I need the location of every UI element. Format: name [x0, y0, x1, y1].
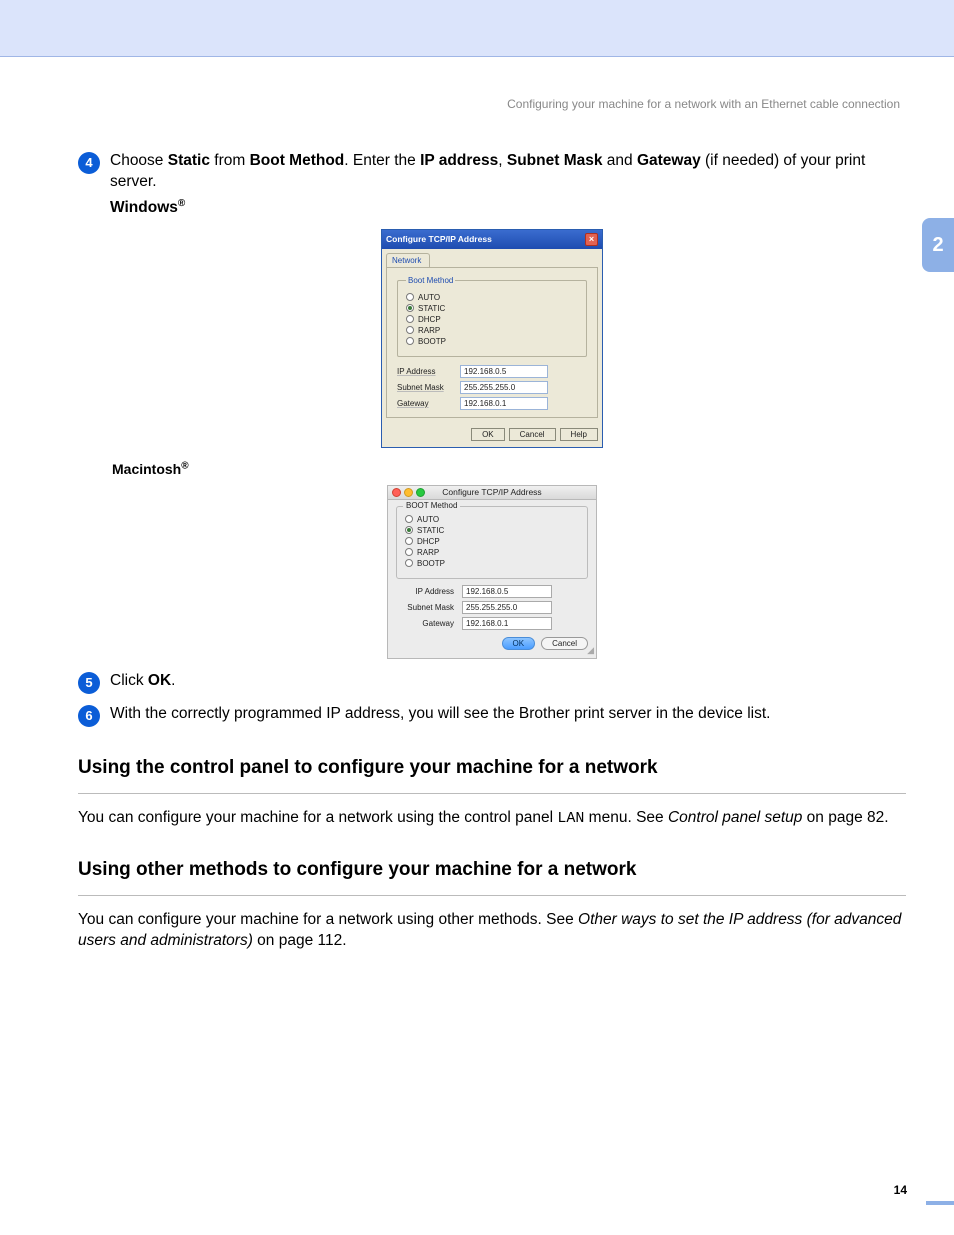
mac-radio-static[interactable] [405, 526, 413, 534]
mac-dialog: Configure TCP/IP Address BOOT Method AUT… [387, 485, 597, 659]
step-4-text: Choose Static from Boot Method. Enter th… [110, 151, 906, 219]
section-heading-1: Using the control panel to configure you… [78, 757, 906, 779]
mac-ip-input[interactable]: 192.168.0.5 [462, 585, 552, 598]
mac-radio-auto[interactable] [405, 515, 413, 523]
tab-network[interactable]: Network [386, 253, 430, 267]
step-bullet-6: 6 [78, 705, 100, 727]
close-icon[interactable]: × [585, 233, 598, 246]
section-heading-2: Using other methods to configure your ma… [78, 859, 906, 881]
resize-grip-icon[interactable]: ◢ [587, 645, 594, 656]
page-number: 14 [894, 1183, 907, 1197]
chapter-tab: 2 [922, 218, 954, 272]
top-banner [0, 0, 954, 56]
radio-bootp[interactable] [406, 337, 414, 345]
mac-radio-rarp[interactable] [405, 548, 413, 556]
gateway-input[interactable]: 192.168.0.1 [460, 397, 548, 410]
radio-dhcp[interactable] [406, 315, 414, 323]
step-6-text: With the correctly programmed IP address… [110, 704, 906, 727]
mac-radio-bootp[interactable] [405, 559, 413, 567]
boot-method-legend: Boot Method [406, 276, 455, 285]
footer-accent [926, 1201, 954, 1205]
mac-titlebar: Configure TCP/IP Address [388, 486, 596, 500]
radio-static[interactable] [406, 304, 414, 312]
ok-button[interactable]: OK [471, 428, 505, 441]
step-bullet-5: 5 [78, 672, 100, 694]
mac-radio-dhcp[interactable] [405, 537, 413, 545]
section-1-para: You can configure your machine for a net… [78, 808, 906, 829]
help-button[interactable]: Help [560, 428, 598, 441]
cancel-button[interactable]: Cancel [509, 428, 556, 441]
subnet-mask-input[interactable]: 255.255.255.0 [460, 381, 548, 394]
section-2-para: You can configure your machine for a net… [78, 910, 906, 952]
mac-mask-input[interactable]: 255.255.255.0 [462, 601, 552, 614]
windows-titlebar: Configure TCP/IP Address × [382, 230, 602, 249]
radio-auto[interactable] [406, 293, 414, 301]
mac-ok-button[interactable]: OK [502, 637, 536, 650]
ip-address-input[interactable]: 192.168.0.5 [460, 365, 548, 378]
mac-cancel-button[interactable]: Cancel [541, 637, 588, 650]
mac-gateway-input[interactable]: 192.168.0.1 [462, 617, 552, 630]
windows-dialog: Configure TCP/IP Address × Network Boot … [381, 229, 603, 448]
step-5-text: Click OK. [110, 671, 906, 694]
radio-rarp[interactable] [406, 326, 414, 334]
running-header: Configuring your machine for a network w… [0, 97, 906, 111]
step-bullet-4: 4 [78, 152, 100, 174]
